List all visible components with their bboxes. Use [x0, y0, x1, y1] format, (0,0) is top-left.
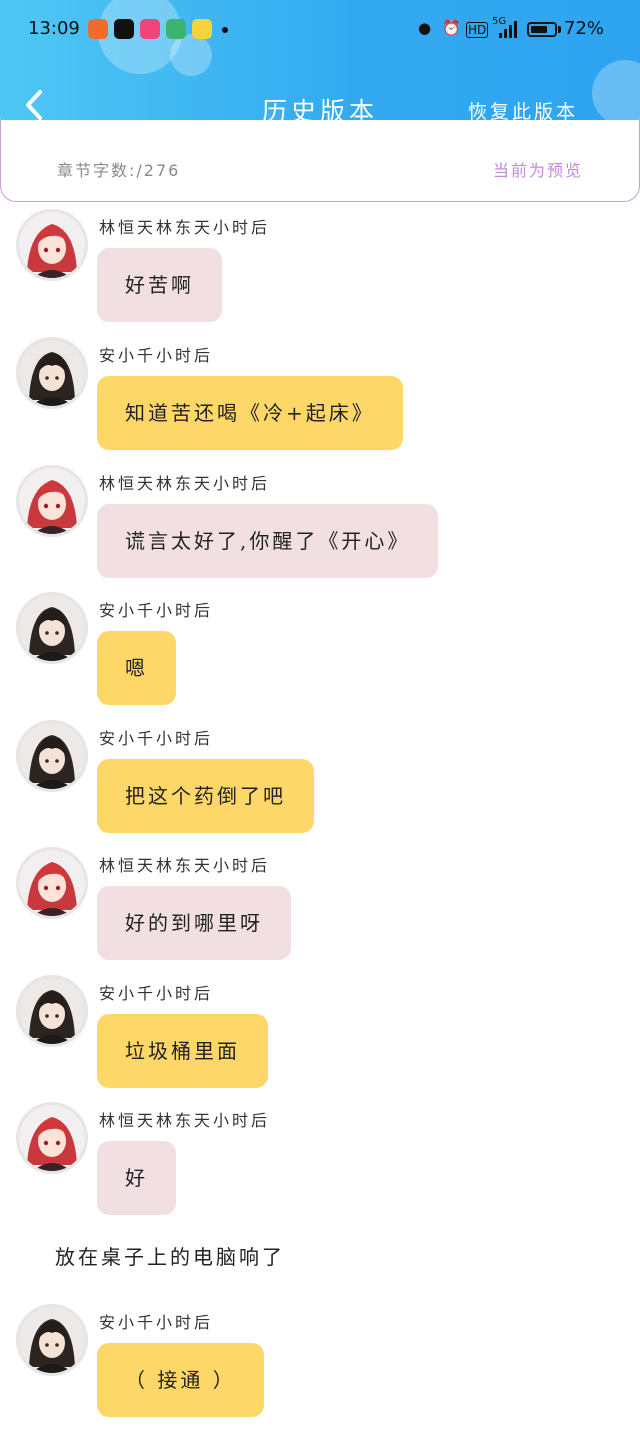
dark-hair-avatar-icon[interactable] [16, 975, 88, 1047]
red-hair-avatar-icon[interactable] [16, 1102, 88, 1174]
message-bubble[interactable]: 谎言太好了,你醒了《开心》 [97, 504, 439, 578]
speaker-name: 安小千小时后 [99, 601, 214, 620]
message-bubble[interactable]: 好的到哪里呀 [97, 886, 291, 960]
speaker-name: 林恒天林东天小时后 [99, 856, 271, 875]
chat-app-icon [192, 19, 212, 39]
narration-text: 放在桌子上的电脑响了 [55, 1245, 285, 1269]
battery-icon [527, 22, 557, 37]
data-saver-icon: ● [418, 19, 432, 37]
speaker-name: 林恒天林东天小时后 [99, 218, 271, 237]
message-bubble[interactable]: 知道苦还喝《冷+起床》 [97, 376, 403, 450]
message-bubble[interactable]: 好 [97, 1141, 176, 1215]
speaker-name: 安小千小时后 [99, 729, 214, 748]
video-app-icon [140, 19, 160, 39]
message-bubble[interactable]: 好苦啊 [97, 248, 222, 322]
dark-hair-avatar-icon[interactable] [16, 720, 88, 792]
signal-icon [498, 20, 520, 38]
battery-fill [531, 26, 547, 33]
red-hair-avatar-icon[interactable] [16, 847, 88, 919]
message-bubble[interactable]: （ 接通 ） [97, 1343, 264, 1417]
speaker-name: 安小千小时后 [99, 346, 214, 365]
hd-icon: HD [466, 22, 489, 38]
more-notifications-icon [222, 27, 228, 33]
alarm-icon: ⏰ [442, 19, 461, 37]
preview-status: 当前为预览 [492, 161, 583, 180]
status-time: 13:09 [28, 18, 80, 39]
word-count: 章节字数:/276 [57, 161, 181, 180]
info-bar: 章节字数:/276 当前为预览 [0, 120, 640, 202]
speaker-name: 林恒天林东天小时后 [99, 474, 271, 493]
status-bar: 13:09 ● ⏰ HD 5G 72% [0, 14, 640, 44]
dark-hair-avatar-icon[interactable] [16, 1304, 88, 1376]
speaker-name: 林恒天林东天小时后 [99, 1111, 271, 1130]
battery-percent: 72% [564, 18, 605, 39]
tiktok-icon [114, 19, 134, 39]
message-bubble[interactable]: 把这个药倒了吧 [97, 759, 314, 833]
dark-hair-avatar-icon[interactable] [16, 337, 88, 409]
app-notification-icon [88, 19, 108, 39]
speaker-name: 安小千小时后 [99, 1313, 214, 1332]
battery-tip [558, 26, 561, 33]
speaker-name: 安小千小时后 [99, 984, 214, 1003]
red-hair-avatar-icon[interactable] [16, 209, 88, 281]
message-bubble[interactable]: 垃圾桶里面 [97, 1014, 268, 1088]
news-app-icon [166, 19, 186, 39]
message-bubble[interactable]: 嗯 [97, 631, 176, 705]
red-hair-avatar-icon[interactable] [16, 465, 88, 537]
dark-hair-avatar-icon[interactable] [16, 592, 88, 664]
